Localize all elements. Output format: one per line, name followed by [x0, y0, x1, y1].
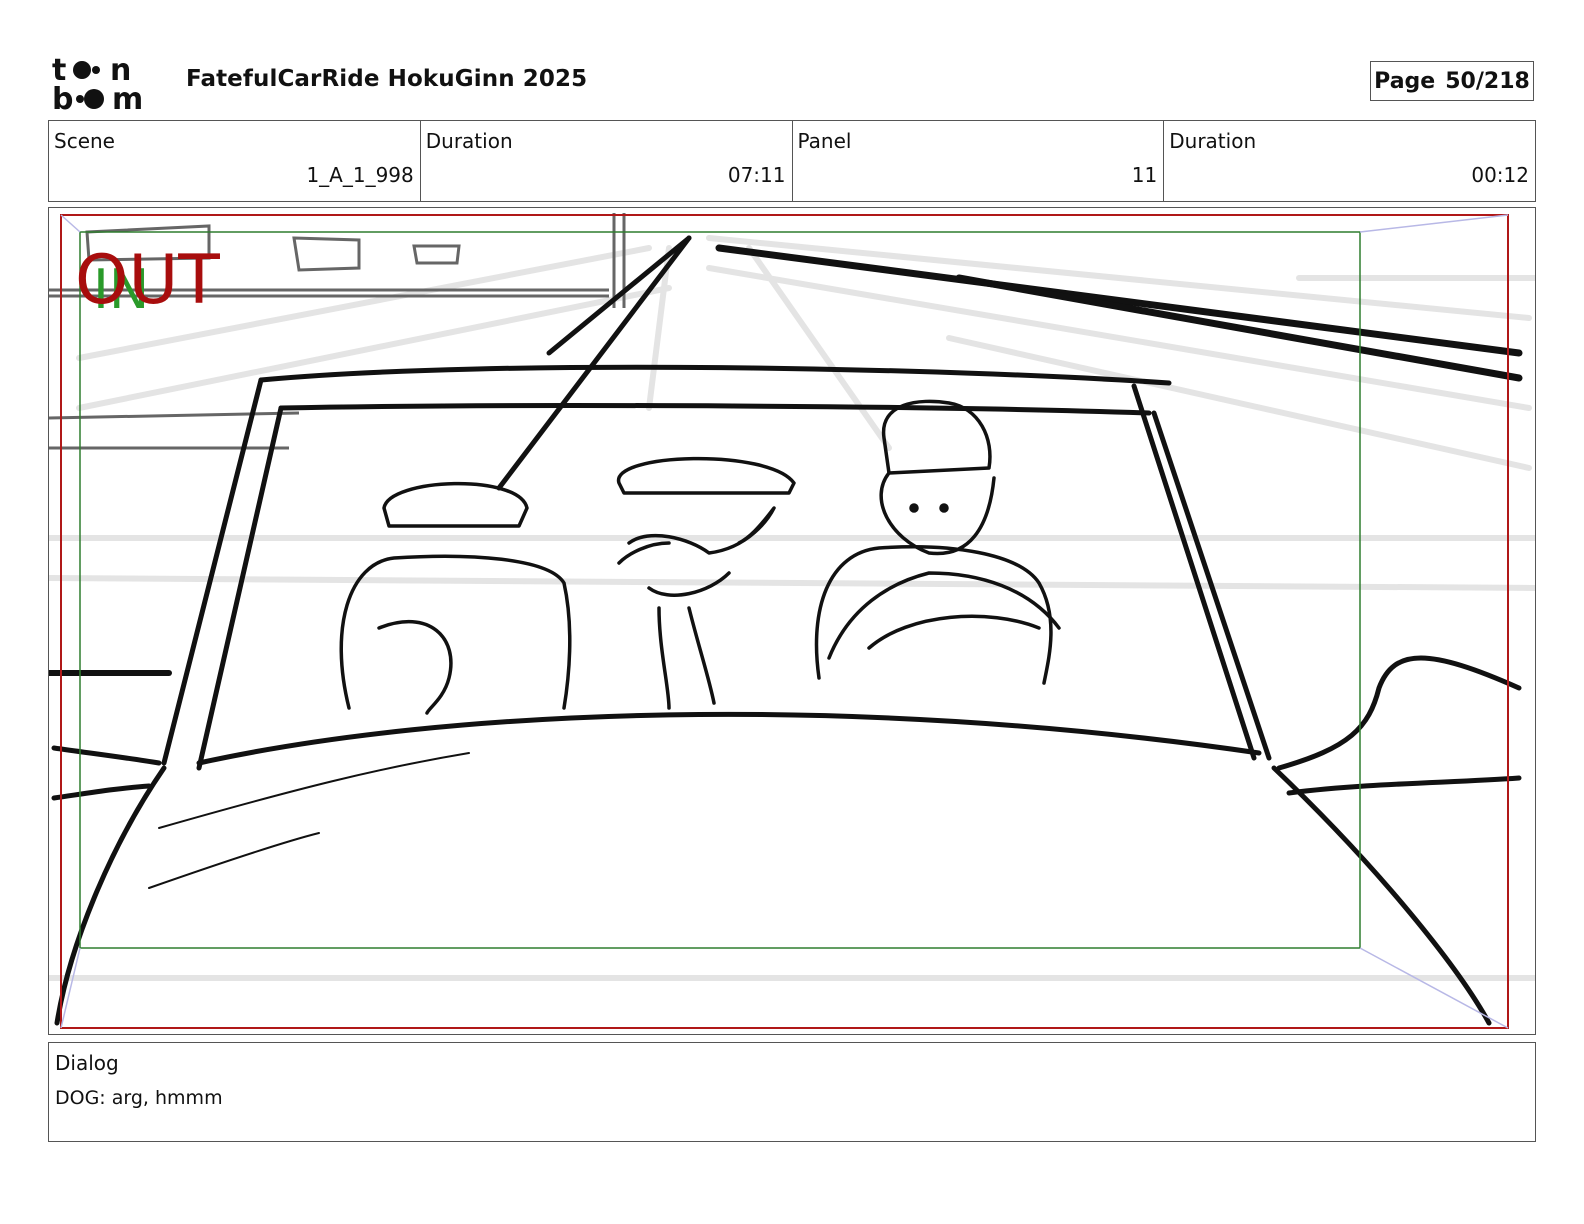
- panel-label: Panel: [797, 129, 852, 153]
- scene-info-table: Scene 1_A_1_998 Duration 07:11 Panel 11 …: [48, 120, 1536, 202]
- scene-value: 1_A_1_998: [306, 163, 414, 187]
- scene-label: Scene: [54, 129, 115, 153]
- toonboom-logo: t n b m: [52, 52, 164, 117]
- page-number: 50/218: [1445, 68, 1530, 94]
- storyboard-panel: IN OUT: [48, 207, 1536, 1035]
- panel-cell: Panel 11: [793, 121, 1165, 201]
- svg-text:b: b: [52, 82, 73, 112]
- panel-value: 11: [1131, 163, 1158, 187]
- panel-sketch: IN OUT: [49, 213, 1535, 1029]
- document-title: FatefulCarRide HokuGinn 2025: [186, 66, 588, 92]
- dialog-text: DOG: arg, hmmm: [55, 1087, 223, 1109]
- scene-duration-label: Duration: [425, 129, 513, 153]
- dialog-label: Dialog: [55, 1051, 119, 1075]
- panel-duration-cell: Duration 00:12: [1164, 121, 1535, 201]
- svg-text:m: m: [112, 82, 143, 112]
- scene-duration-value: 07:11: [727, 163, 786, 187]
- page-indicator: Page 50/218: [1370, 61, 1534, 101]
- panel-duration-label: Duration: [1169, 129, 1257, 153]
- panel-duration-value: 00:12: [1471, 163, 1529, 187]
- dialog-box: Dialog DOG: arg, hmmm: [48, 1042, 1536, 1142]
- scene-cell: Scene 1_A_1_998: [49, 121, 421, 201]
- scene-duration-cell: Duration 07:11: [421, 121, 793, 201]
- page-label: Page: [1374, 68, 1436, 94]
- out-marker: OUT: [75, 241, 220, 320]
